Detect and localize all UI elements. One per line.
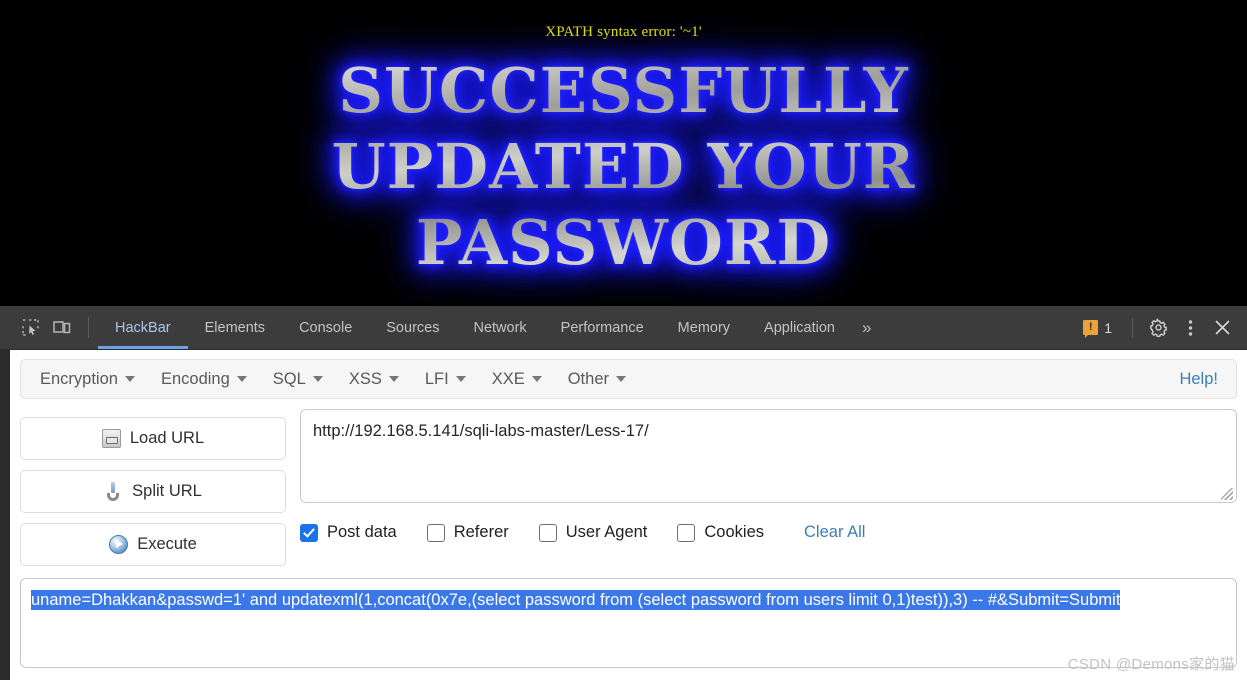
tab-network[interactable]: Network <box>456 306 543 349</box>
xpath-error-message: XPATH syntax error: '~1' <box>545 24 702 40</box>
menu-other[interactable]: Other <box>555 370 639 389</box>
menu-other-label: Other <box>567 369 609 388</box>
more-tabs-chevron-icon[interactable]: » <box>852 306 877 349</box>
post-data-checkbox[interactable] <box>300 523 318 542</box>
tab-memory-label: Memory <box>677 319 731 336</box>
post-data-text: uname=Dhakkan&passwd=1' and updatexml(1,… <box>31 587 1226 614</box>
menu-xss[interactable]: XSS <box>336 370 412 389</box>
hackbar-panel: Encryption Encoding SQL XSS LFI XXE Othe… <box>0 350 1247 680</box>
hackbar-main-row: Load URL Split URL Execute http://192.16… <box>10 399 1247 566</box>
url-input[interactable]: http://192.168.5.141/sqli-labs-master/Le… <box>300 409 1237 503</box>
user-agent-checkbox[interactable] <box>538 523 557 542</box>
menu-xxe-label: XXE <box>491 369 525 388</box>
menu-encoding-label: Encoding <box>160 369 230 388</box>
tab-hackbar-label: HackBar <box>115 319 171 336</box>
menu-encryption-label: Encryption <box>40 369 118 388</box>
browser-page-viewport: XPATH syntax error: '~1' Successfully Up… <box>0 0 1247 306</box>
load-url-label: Load URL <box>129 429 205 447</box>
tab-application-label: Application <box>764 319 835 336</box>
chevron-down-icon <box>312 376 323 382</box>
hackbar-action-buttons: Load URL Split URL Execute <box>20 409 286 566</box>
split-url-button[interactable]: Split URL <box>20 470 286 513</box>
tab-console-label: Console <box>299 319 353 336</box>
screenshot-root: XPATH syntax error: '~1' Successfully Up… <box>0 0 1247 680</box>
tab-sources[interactable]: Sources <box>369 306 456 349</box>
chevron-down-icon <box>124 376 135 382</box>
help-link[interactable]: Help! <box>1167 370 1230 389</box>
execute-icon <box>109 535 129 554</box>
clear-all-link[interactable]: Clear All <box>804 523 865 542</box>
load-url-icon <box>101 429 121 448</box>
split-url-icon <box>104 482 123 501</box>
tab-application[interactable]: Application <box>747 306 852 349</box>
load-url-button[interactable]: Load URL <box>20 417 286 460</box>
menu-sql-label: SQL <box>272 369 306 388</box>
option-referer[interactable]: Referer <box>426 523 509 542</box>
hero-line-1: Successfully <box>338 54 909 127</box>
warning-badge[interactable]: 1 <box>1073 319 1122 338</box>
panel-left-gutter <box>0 350 10 680</box>
referer-checkbox[interactable] <box>426 523 445 542</box>
hackbar-url-column: http://192.168.5.141/sqli-labs-master/Le… <box>300 409 1237 566</box>
post-data-value: uname=Dhakkan&passwd=1' and updatexml(1,… <box>31 590 1121 610</box>
option-cookies[interactable]: Cookies <box>677 523 764 542</box>
tab-console[interactable]: Console <box>282 306 369 349</box>
user-agent-label: User Agent <box>565 523 648 541</box>
hero-line-2: Updated Your <box>331 130 916 203</box>
tab-elements-label: Elements <box>204 319 266 336</box>
post-data-label: Post data <box>327 523 397 541</box>
more-options-icon[interactable] <box>1175 313 1205 343</box>
hero-banner-text: Successfully Updated Your Password <box>0 53 1247 281</box>
chevron-down-icon <box>236 376 247 382</box>
textarea-resize-handle[interactable] <box>1221 488 1233 500</box>
warning-icon <box>1083 319 1099 338</box>
option-post-data[interactable]: Post data <box>300 523 397 542</box>
post-data-input[interactable]: uname=Dhakkan&passwd=1' and updatexml(1,… <box>20 578 1237 668</box>
cookies-label: Cookies <box>704 523 765 541</box>
devtools-toolbar-right: 1 <box>1073 306 1247 349</box>
inspect-element-icon[interactable] <box>14 306 46 349</box>
execute-label: Execute <box>137 535 197 553</box>
hackbar-menubar: Encryption Encoding SQL XSS LFI XXE Othe… <box>20 359 1237 399</box>
menu-lfi[interactable]: LFI <box>412 370 479 389</box>
device-toolbar-icon[interactable] <box>46 306 78 349</box>
url-input-value: http://192.168.5.141/sqli-labs-master/Le… <box>313 422 649 440</box>
chevron-down-icon <box>616 376 626 382</box>
tab-network-label: Network <box>473 319 527 336</box>
tab-sources-label: Sources <box>386 319 440 336</box>
menu-lfi-label: LFI <box>424 369 449 388</box>
option-user-agent[interactable]: User Agent <box>538 523 648 542</box>
devtools-panel: HackBar Elements Console Sources Network… <box>0 306 1247 680</box>
tab-elements[interactable]: Elements <box>188 306 282 349</box>
menu-xxe[interactable]: XXE <box>479 370 555 389</box>
chevron-down-icon <box>531 376 542 382</box>
chevron-down-icon <box>388 376 399 382</box>
chevron-down-icon <box>455 376 466 382</box>
cookies-checkbox[interactable] <box>677 523 696 542</box>
toolbar-divider-right <box>1132 317 1133 338</box>
close-icon[interactable] <box>1207 313 1237 343</box>
tab-performance-label: Performance <box>560 319 644 336</box>
request-options-row: Post data Referer User Agent Cookies Cle… <box>300 523 1237 542</box>
tab-performance[interactable]: Performance <box>544 306 661 349</box>
execute-button[interactable]: Execute <box>20 523 286 566</box>
devtools-tabbar: HackBar Elements Console Sources Network… <box>0 306 1247 350</box>
hero-line-3: Password <box>415 206 832 279</box>
devtools-tab-list: HackBar Elements Console Sources Network… <box>98 306 852 349</box>
tab-memory[interactable]: Memory <box>661 306 747 349</box>
referer-label: Referer <box>453 523 509 541</box>
menu-encoding[interactable]: Encoding <box>148 370 260 389</box>
split-url-label: Split URL <box>132 482 202 500</box>
menu-xss-label: XSS <box>348 369 382 388</box>
menu-sql[interactable]: SQL <box>260 370 336 389</box>
menu-encryption[interactable]: Encryption <box>27 370 148 389</box>
gear-icon[interactable] <box>1143 313 1173 343</box>
toolbar-divider <box>88 317 89 338</box>
hackbar-body: Encryption Encoding SQL XSS LFI XXE Othe… <box>10 350 1247 680</box>
warning-count: 1 <box>1104 319 1112 336</box>
tab-hackbar[interactable]: HackBar <box>98 306 188 349</box>
